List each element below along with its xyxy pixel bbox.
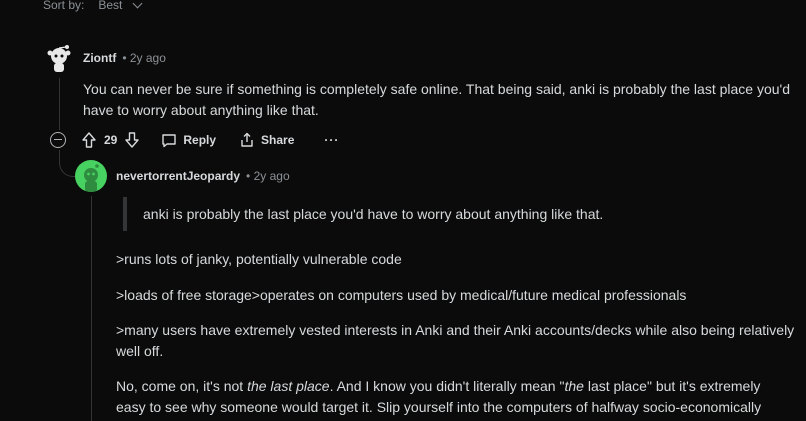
comment-time[interactable]: • 2y ago — [122, 51, 166, 65]
comment-paragraph-line: easy to see why someone would target it.… — [116, 399, 762, 415]
text-emphasis: the last place — [247, 378, 330, 394]
comment-body-line: have to worry about anything like that. — [83, 102, 319, 118]
chevron-down-icon[interactable] — [132, 0, 143, 8]
sort-bar[interactable]: Sort by: Best — [43, 0, 143, 12]
share-button[interactable]: Share — [239, 132, 294, 148]
comment-paragraph: >loads of free storage>operates on compu… — [116, 287, 687, 303]
downvote-icon[interactable] — [125, 132, 140, 148]
comment-body-line: You can never be sure if something is co… — [83, 81, 790, 97]
reply-button[interactable]: Reply — [161, 132, 216, 148]
thread-line[interactable] — [59, 78, 60, 130]
comment-time[interactable]: • 2y ago — [246, 169, 290, 183]
quote-bar — [123, 197, 127, 231]
text-run: last place" but it's extremely — [583, 378, 761, 394]
reply-label: Reply — [183, 133, 217, 147]
vote-count: 29 — [104, 133, 118, 147]
sort-value[interactable]: Best — [98, 0, 122, 12]
comment-body: You can never be sure if something is co… — [83, 79, 798, 121]
quote-text: anki is probably the last place you'd ha… — [143, 206, 604, 222]
thread-line-nested[interactable] — [91, 196, 92, 421]
avatar[interactable] — [45, 42, 73, 74]
collapse-thread-icon[interactable] — [50, 132, 66, 148]
comment-paragraph-line: >many users have extremely vested intere… — [116, 322, 795, 338]
comment-paragraph: >runs lots of janky, potentially vulnera… — [116, 251, 402, 267]
avatar[interactable] — [75, 160, 107, 192]
upvote-icon[interactable] — [82, 132, 96, 148]
snoo-avatar-icon — [84, 164, 99, 192]
snoo-avatar-icon — [47, 45, 71, 72]
comment-author[interactable]: Ziontf — [83, 51, 116, 65]
comment-paragraph-line: No, come on, it's not the last place. An… — [116, 376, 801, 397]
comment-paragraph-line: well off. — [116, 343, 164, 359]
text-run: No, come on, it's not — [116, 378, 248, 394]
text-run: . And I know you didn't literally mean " — [329, 378, 565, 394]
comment-bubble-icon — [162, 134, 177, 148]
sort-label: Sort by: — [43, 0, 85, 12]
text-emphasis: the — [564, 378, 584, 394]
share-label: Share — [261, 133, 295, 147]
comment-author[interactable]: nevertorrentJeopardy — [116, 169, 240, 183]
comment-actions: 29 Reply Share ··· — [50, 129, 339, 151]
share-icon — [241, 132, 253, 147]
comment-paragraph: >many users have extremely vested intere… — [116, 320, 801, 362]
comment-paragraph: No, come on, it's not the last place. An… — [116, 376, 801, 418]
more-options-icon[interactable]: ··· — [324, 133, 339, 147]
